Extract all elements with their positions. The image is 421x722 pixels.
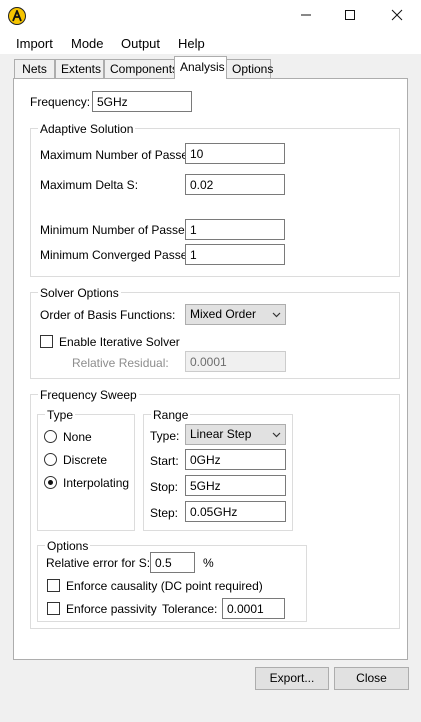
radio-discrete-label: Discrete [63, 453, 108, 467]
start-input[interactable] [185, 449, 286, 470]
iterative-solver-checkbox[interactable] [40, 335, 53, 348]
adaptive-solution-title: Adaptive Solution [38, 122, 136, 136]
range-type-value: Linear Step [190, 427, 252, 441]
radio-interpolating[interactable] [44, 476, 57, 489]
basis-functions-label: Order of Basis Functions: [40, 308, 176, 322]
enforce-causality-checkbox[interactable] [47, 579, 60, 592]
frequency-input[interactable] [92, 91, 192, 112]
range-type-label: Type: [150, 429, 180, 443]
min-converged-input[interactable] [185, 244, 285, 265]
enforce-causality-label: Enforce causality (DC point required) [66, 579, 263, 593]
step-label: Step: [150, 506, 179, 520]
radio-discrete[interactable] [44, 453, 57, 466]
frequency-sweep-title: Frequency Sweep [38, 388, 139, 402]
step-input[interactable] [185, 501, 286, 522]
sweep-range-title: Range [151, 408, 191, 422]
max-delta-input[interactable] [185, 174, 285, 195]
relative-error-unit: % [203, 556, 214, 570]
chevron-down-icon [272, 305, 281, 330]
radio-interpolating-label: Interpolating [63, 476, 130, 490]
solver-options-title: Solver Options [38, 286, 121, 300]
iterative-solver-label: Enable Iterative Solver [59, 335, 180, 349]
relative-residual-input[interactable] [185, 351, 286, 372]
range-type-select[interactable]: Linear Step [185, 424, 286, 445]
enforce-passivity-checkbox[interactable] [47, 602, 60, 615]
stop-input[interactable] [185, 475, 286, 496]
radio-none[interactable] [44, 430, 57, 443]
min-passes-input[interactable] [185, 219, 285, 240]
min-converged-label: Minimum Converged Passes: [40, 248, 197, 262]
basis-functions-select[interactable]: Mixed Order [185, 304, 286, 325]
max-delta-label: Maximum Delta S: [40, 178, 139, 192]
min-passes-label: Minimum Number of Passes: [40, 223, 195, 237]
max-passes-label: Maximum Number of Passes: [40, 148, 198, 162]
relative-error-label: Relative error for S: [46, 556, 151, 570]
frequency-label: Frequency: [30, 95, 91, 109]
max-passes-input[interactable] [185, 143, 285, 164]
relative-error-input[interactable] [150, 552, 195, 573]
relative-residual-label: Relative Residual: [72, 356, 169, 370]
tolerance-input[interactable] [222, 598, 285, 619]
tolerance-label: Tolerance: [162, 602, 218, 616]
start-label: Start: [150, 454, 179, 468]
chevron-down-icon [272, 425, 281, 450]
stop-label: Stop: [150, 480, 179, 494]
sweep-type-title: Type [45, 408, 76, 422]
sweep-options-title: Options [45, 539, 91, 553]
enforce-passivity-label: Enforce passivity [66, 602, 157, 616]
radio-none-label: None [63, 430, 92, 444]
basis-functions-value: Mixed Order [190, 307, 257, 321]
